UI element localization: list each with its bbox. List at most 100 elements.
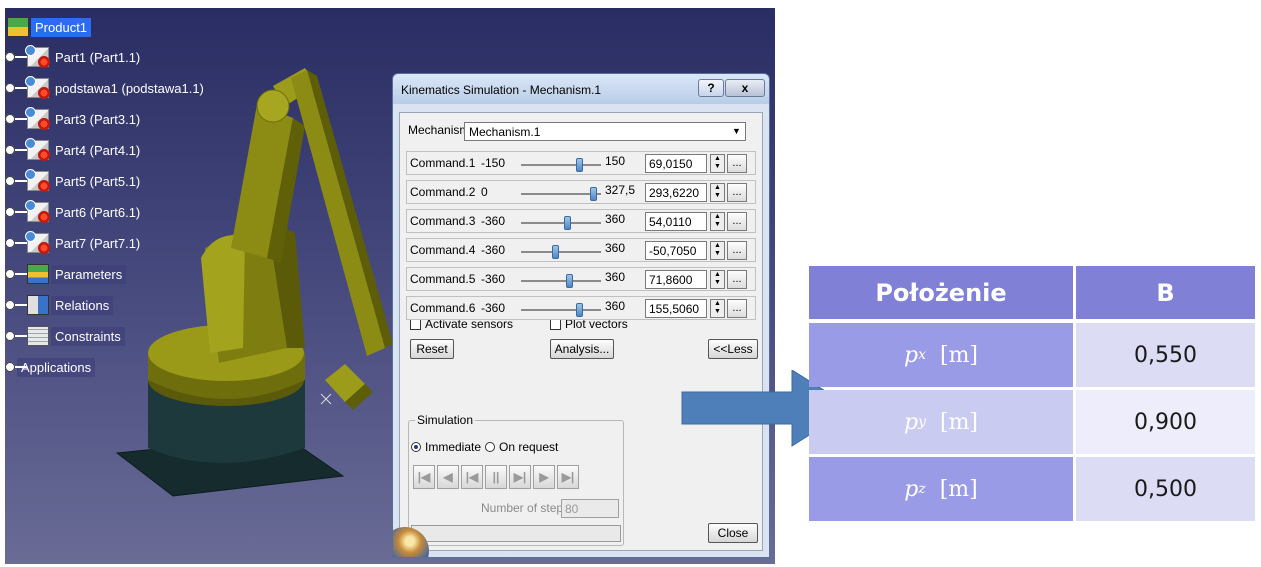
radio-selected-icon[interactable] <box>411 442 421 452</box>
spinner-icon[interactable]: ▲ ▼ <box>710 212 725 231</box>
close-window-button[interactable]: x <box>725 79 765 97</box>
expand-icon[interactable] <box>5 76 27 100</box>
spinner-icon[interactable]: ▲ ▼ <box>710 270 725 289</box>
more-options-button[interactable]: ... <box>727 241 747 260</box>
slider-thumb[interactable] <box>552 245 560 259</box>
tree-item-part6[interactable]: Part6 (Part6.1) <box>5 200 144 224</box>
part-icon <box>25 107 50 130</box>
tree-item-label: Constraints <box>51 326 125 346</box>
expand-icon[interactable] <box>5 293 27 317</box>
play-forward-icon[interactable]: ▶ <box>533 465 555 489</box>
tree-item-label: Part5 (Part5.1) <box>55 173 141 189</box>
tree-item-part5[interactable]: Part5 (Part5.1) <box>5 169 144 193</box>
command-slider[interactable] <box>521 158 601 172</box>
expand-icon[interactable] <box>5 231 27 255</box>
command-value-input[interactable]: 293,6220 <box>645 183 707 202</box>
step-forward-icon[interactable]: ▶| <box>509 465 531 489</box>
more-options-button[interactable]: ... <box>727 183 747 202</box>
command-slider[interactable] <box>521 187 601 201</box>
command-value-input[interactable]: 155,5060 <box>645 299 707 318</box>
close-button[interactable]: Close <box>708 523 758 543</box>
spinner-icon[interactable]: ▲ ▼ <box>710 299 725 318</box>
command-name: Command.2 <box>410 185 476 199</box>
expand-icon[interactable] <box>5 169 27 193</box>
slider-thumb[interactable] <box>563 216 571 230</box>
row-value: 0,550 <box>1076 323 1255 387</box>
tree-item-part3[interactable]: Part3 (Part3.1) <box>5 107 144 131</box>
slider-thumb[interactable] <box>566 274 573 288</box>
more-options-button[interactable]: ... <box>727 299 747 318</box>
on-request-radio[interactable]: On request <box>485 440 558 454</box>
more-options-button[interactable]: ... <box>727 212 747 231</box>
simulation-group: Simulation Immediate On request |◀ ◀ |◀ … <box>408 413 624 546</box>
command-slider[interactable] <box>521 303 601 317</box>
expand-icon[interactable] <box>5 45 27 69</box>
immediate-radio[interactable]: Immediate <box>411 440 481 454</box>
tree-item-product1[interactable]: Product1 <box>5 15 92 39</box>
command-slider[interactable] <box>521 274 601 288</box>
analysis-button[interactable]: Analysis... <box>550 339 614 359</box>
reset-button[interactable]: Reset <box>410 339 454 359</box>
command-slider[interactable] <box>521 216 601 230</box>
chevron-down-icon[interactable]: ▼ <box>729 124 744 139</box>
command-value-input[interactable]: 71,8600 <box>645 270 707 289</box>
dialog-title: Kinematics Simulation - Mechanism.1 <box>401 83 602 97</box>
play-backward-icon[interactable]: ◀ <box>437 465 459 489</box>
tree-item-part7[interactable]: Part7 (Part7.1) <box>5 231 144 255</box>
tree-item-relations[interactable]: Relations <box>5 293 114 317</box>
checkbox-icon[interactable] <box>410 318 421 330</box>
command-value-input[interactable]: 69,0150 <box>645 154 707 173</box>
radio-icon[interactable] <box>485 442 495 452</box>
command-value-input[interactable]: -50,7050 <box>645 241 707 260</box>
command-value-input[interactable]: 54,0110 <box>645 212 707 231</box>
tree-item-applications[interactable]: Applications <box>5 355 96 379</box>
steps-select[interactable]: 80 <box>561 499 619 518</box>
jump-start-icon[interactable]: |◀ <box>413 465 435 489</box>
tree-item-constraints[interactable]: Constraints <box>5 324 125 348</box>
tree-item-parameters[interactable]: Parameters <box>5 262 127 286</box>
header-b: B <box>1076 266 1255 319</box>
command-name: Command.5 <box>410 272 476 286</box>
mechanism-select[interactable]: Mechanism.1 ▼ <box>464 122 746 141</box>
step-backward-icon[interactable]: |◀ <box>461 465 483 489</box>
tree-item-part4[interactable]: Part4 (Part4.1) <box>5 138 144 162</box>
command-min: -150 <box>481 156 506 170</box>
tree-item-part1[interactable]: Part1 (Part1.1) <box>5 45 144 69</box>
more-options-button[interactable]: ... <box>727 154 747 173</box>
command-slider[interactable] <box>521 245 601 259</box>
more-options-button[interactable]: ... <box>727 270 747 289</box>
spinner-icon[interactable]: ▲ ▼ <box>710 183 725 202</box>
tree-item-podstawa1[interactable]: podstawa1 (podstawa1.1) <box>5 76 208 100</box>
help-button[interactable]: ? <box>698 79 724 97</box>
command-row: Command.4 -360 360 -50,7050 ▲ ▼... <box>406 238 756 262</box>
expand-icon[interactable] <box>5 200 27 224</box>
slider-thumb[interactable] <box>575 303 583 317</box>
dialog-body: Mechanism: Mechanism.1 ▼ Activate sensor… <box>399 112 763 551</box>
spinner-icon[interactable]: ▲ ▼ <box>710 241 725 260</box>
expand-icon[interactable] <box>5 324 27 348</box>
spinner-icon[interactable]: ▲ ▼ <box>710 154 725 173</box>
less-button[interactable]: <<Less <box>708 339 758 359</box>
expand-icon[interactable] <box>5 138 27 162</box>
simulation-legend: Simulation <box>415 413 476 427</box>
slider-thumb[interactable] <box>576 158 584 172</box>
expand-icon[interactable] <box>5 262 27 286</box>
row-variable: px [m] <box>809 323 1073 387</box>
dialog-title-bar[interactable]: Kinematics Simulation - Mechanism.1 ? x <box>393 74 769 104</box>
steps-value: 80 <box>565 502 579 516</box>
tree-item-label: Applications <box>17 357 96 377</box>
slider-thumb[interactable] <box>590 187 597 201</box>
jump-end-icon[interactable]: ▶| <box>557 465 579 489</box>
simulation-progress-bar <box>411 525 621 542</box>
command-name: Command.4 <box>410 243 476 257</box>
expand-icon[interactable] <box>5 107 27 131</box>
command-max: 360 <box>605 212 626 226</box>
expand-icon[interactable] <box>5 355 27 379</box>
pause-icon[interactable]: || <box>485 465 507 489</box>
part-icon <box>25 231 50 254</box>
part-icon <box>25 169 50 192</box>
checkbox-icon[interactable] <box>550 318 561 330</box>
product-icon <box>7 17 29 37</box>
row-value: 0,500 <box>1076 457 1255 521</box>
part-icon <box>25 138 50 161</box>
